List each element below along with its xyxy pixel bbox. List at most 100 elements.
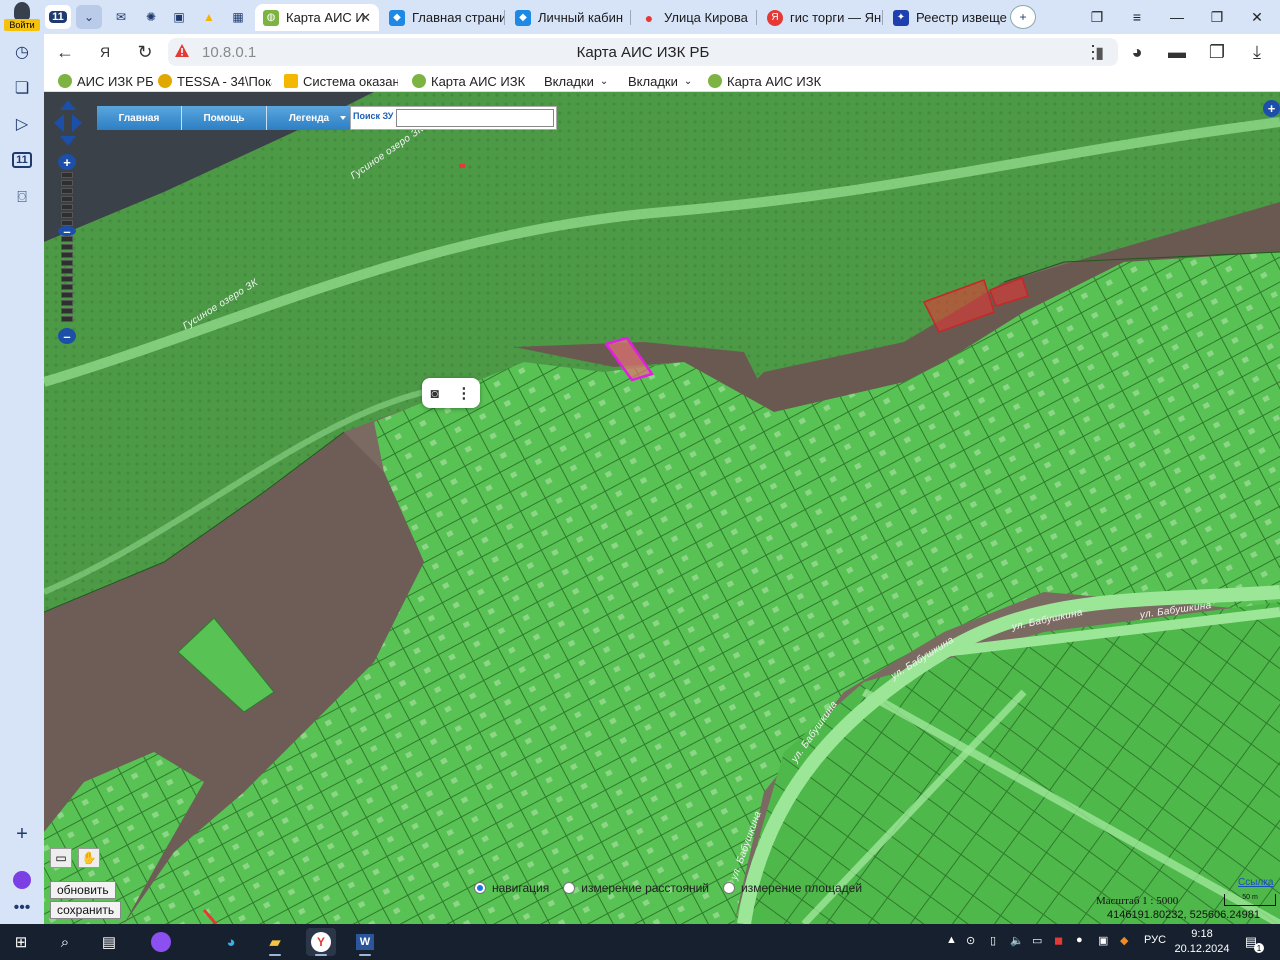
ruler-icon[interactable]: ▭ <box>50 848 72 868</box>
bookmark-folder-tabs-2[interactable]: Вкладки ⌄ <box>628 72 698 90</box>
bookmark-ais-map[interactable]: Карта АИС ИЗК Р <box>412 72 528 90</box>
menu-legend-button[interactable]: Легенда <box>267 106 352 130</box>
download-icon[interactable]: ⤓ <box>1244 40 1270 64</box>
radio-area[interactable] <box>722 882 735 894</box>
zoom-level-segment[interactable] <box>61 180 73 186</box>
back-icon[interactable]: ← <box>52 40 78 64</box>
yandex-tray-icon[interactable]: ● <box>1076 934 1083 946</box>
search-icon[interactable]: ⌕ <box>50 928 80 956</box>
zoom-level-segment[interactable] <box>61 260 73 266</box>
zoom-level-segment[interactable] <box>61 292 73 298</box>
mode-navigation[interactable]: навигация <box>474 881 549 895</box>
add-panel-icon[interactable]: + <box>10 822 34 846</box>
more-icon[interactable]: ••• <box>10 896 34 920</box>
language-indicator[interactable]: РУС <box>1144 934 1166 946</box>
more-vertical-icon[interactable]: ⋮ <box>456 384 471 402</box>
mail-icon[interactable]: ✉ <box>108 5 134 29</box>
doc-icon[interactable]: ▣ <box>166 5 192 29</box>
zoom-level-segment[interactable] <box>61 252 73 258</box>
zoom-level-segment[interactable] <box>61 172 73 178</box>
pan-control[interactable] <box>52 98 84 148</box>
bookmark-folder-tabs[interactable]: Вкладки ⌄ <box>544 72 614 90</box>
zoom-level-segment[interactable] <box>61 316 73 322</box>
mode-distance[interactable]: измерение расстояний <box>563 881 709 895</box>
close-tab-icon[interactable]: ✕ <box>360 10 371 26</box>
radio-distance[interactable] <box>563 882 576 894</box>
tray-chevron-icon[interactable]: ▲ <box>946 934 957 946</box>
pan-down-icon[interactable] <box>60 136 76 146</box>
extension-icon[interactable]: ◕ <box>1124 40 1150 64</box>
network-icon[interactable]: ▭ <box>1032 934 1042 947</box>
zoom-level-segment[interactable] <box>61 268 73 274</box>
minimize-icon[interactable]: — <box>1166 6 1188 28</box>
zoom-level-segment[interactable] <box>61 212 73 218</box>
zoom-level-segment[interactable] <box>61 300 73 306</box>
tray-app-icon[interactable]: ⊙ <box>966 934 975 947</box>
mode-area[interactable]: измерение площадей <box>722 881 862 895</box>
save-button[interactable]: сохранить <box>50 901 122 919</box>
drive-icon[interactable]: ▲ <box>196 5 222 29</box>
chevron-down-icon[interactable]: ⌄ <box>76 5 102 29</box>
volume-icon[interactable]: 🔈 <box>1010 934 1024 947</box>
alice-icon[interactable] <box>146 928 176 956</box>
parcel-search-input[interactable] <box>396 109 554 127</box>
screenshot-icon[interactable]: ⌼ <box>10 186 34 210</box>
map-canvas[interactable] <box>44 92 1280 924</box>
bookmark-tessa[interactable]: TESSA - 34\Показ <box>158 72 272 90</box>
layer-expand-button[interactable]: + <box>1263 100 1280 117</box>
camera-icon[interactable]: ◙ <box>431 385 439 401</box>
zoom-level-segment[interactable] <box>61 244 73 250</box>
zoom-out-button[interactable]: – <box>58 328 76 344</box>
reader-icon[interactable]: ❐ <box>1204 40 1230 64</box>
zoom-level-segment[interactable] <box>61 276 73 282</box>
usb-icon[interactable]: ▯ <box>990 934 996 947</box>
tabs-counter-icon[interactable]: 11 <box>10 148 34 172</box>
tab-ais-map[interactable]: ◍ Карта АИС И ✕ <box>255 4 379 31</box>
zoom-handle[interactable]: – <box>58 225 76 238</box>
tab-registry[interactable]: ✦ Реестр извеще <box>885 4 1009 31</box>
omnibox[interactable]: 10.8.0.1 Карта АИС ИЗК РБ ▮ <box>168 38 1118 66</box>
edge-icon[interactable]: ◕ <box>216 928 246 956</box>
tab-counter-button[interactable]: 11 <box>45 5 71 29</box>
bookmark-ais-map-2[interactable]: Карта АИС ИЗК Р <box>708 72 824 90</box>
tab-main-page[interactable]: ◆ Главная страни <box>381 4 505 31</box>
menu-icon[interactable]: ≡ <box>1126 6 1148 28</box>
zoom-level-segment[interactable] <box>61 204 73 210</box>
collections-icon[interactable]: ❏ <box>10 76 34 100</box>
alice-icon[interactable] <box>10 868 34 892</box>
bookmark-system[interactable]: Система оказани <box>284 72 398 90</box>
notifications-icon[interactable]: ▤ 1 <box>1236 928 1266 956</box>
grid-app-icon[interactable]: ▦ <box>225 5 251 29</box>
file-explorer-icon[interactable]: ▰ <box>260 928 290 956</box>
zoom-level-segment[interactable] <box>61 308 73 314</box>
service-icon[interactable]: ✺ <box>138 5 164 29</box>
menu-main-button[interactable]: Главная <box>97 106 182 130</box>
pan-left-icon[interactable] <box>54 114 64 132</box>
refresh-button[interactable]: обновить <box>50 881 116 899</box>
yandex-home-icon[interactable]: Я <box>92 40 118 64</box>
zoom-level-segment[interactable] <box>61 284 73 290</box>
yandex-browser-icon[interactable]: Y <box>306 928 336 956</box>
map-viewport[interactable]: Гусиное озеро ЗК Гусиное озеро ЗК ул. Ба… <box>44 92 1280 924</box>
history-icon[interactable]: ◷ <box>10 40 34 64</box>
permalink[interactable]: Ссылка <box>1238 877 1273 888</box>
zoom-in-button[interactable]: + <box>58 154 76 170</box>
windows-start-icon[interactable]: ⊞ <box>6 928 36 956</box>
clock[interactable]: 9:18 20.12.2024 <box>1170 927 1234 957</box>
menu-help-button[interactable]: Помощь <box>182 106 267 130</box>
tab-personal-cabinet[interactable]: ◆ Личный кабин <box>507 4 631 31</box>
more-vertical-icon[interactable]: ⋮ <box>1080 40 1106 64</box>
radio-navigation[interactable] <box>474 882 486 894</box>
word-icon[interactable]: W <box>350 928 380 956</box>
close-window-icon[interactable]: ✕ <box>1246 6 1268 28</box>
tray-red-icon[interactable]: ◼ <box>1054 934 1063 947</box>
pan-up-icon[interactable] <box>60 100 76 110</box>
hand-icon[interactable]: ✋ <box>78 848 100 868</box>
zoom-level-segment[interactable] <box>61 196 73 202</box>
reload-icon[interactable]: ↻ <box>132 40 158 64</box>
play-icon[interactable]: ▷ <box>10 112 34 136</box>
protect-icon[interactable]: ▬ <box>1164 40 1190 64</box>
tab-gis-torgi[interactable]: Я гис торги — Ян <box>759 4 883 31</box>
zoom-slider[interactable]: + – – <box>58 154 76 344</box>
task-view-icon[interactable]: ▤ <box>94 928 124 956</box>
